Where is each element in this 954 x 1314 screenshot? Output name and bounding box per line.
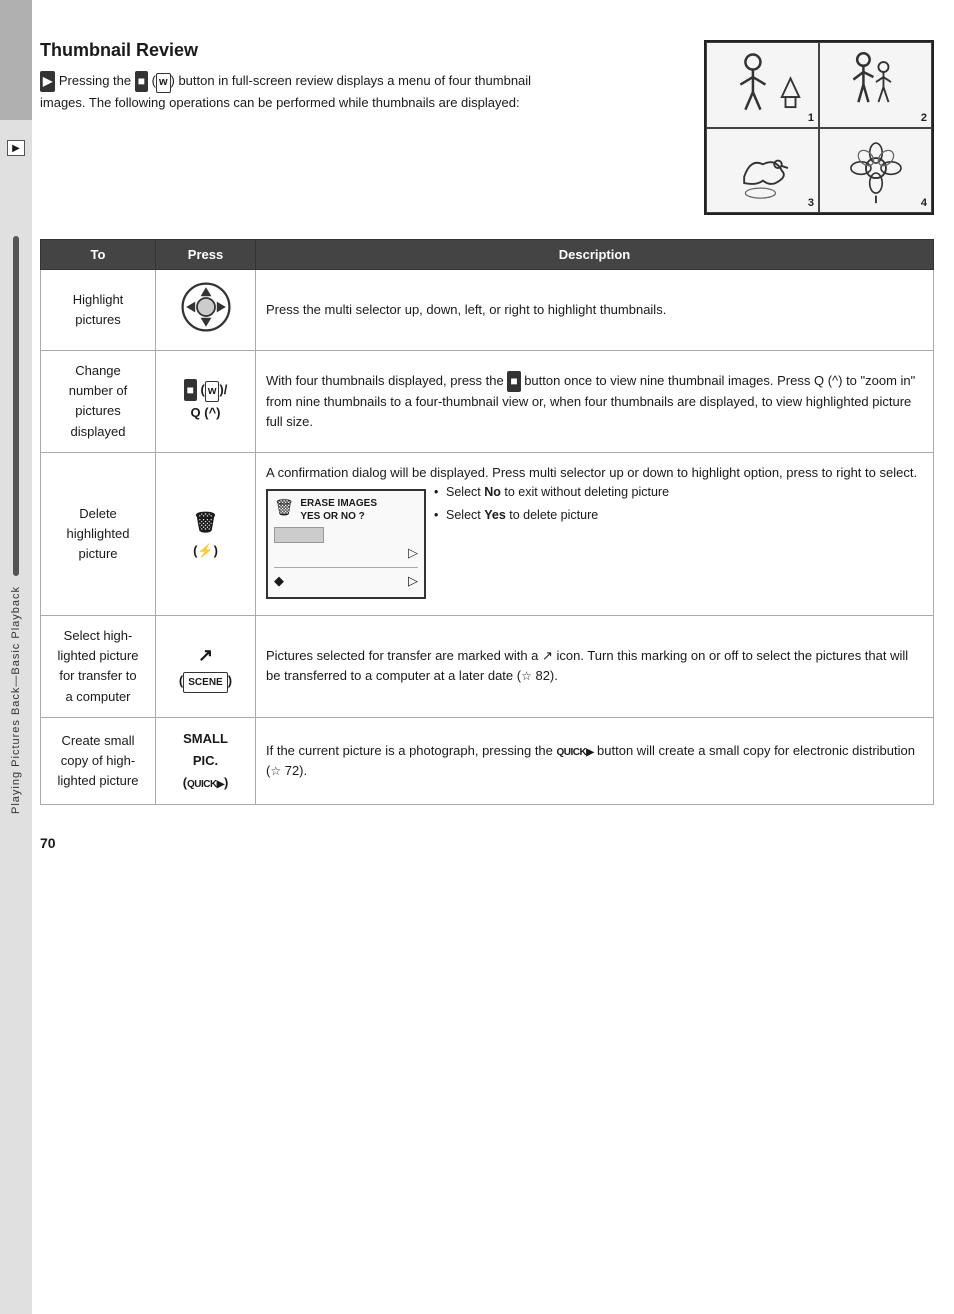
col-header-desc: Description [256, 240, 934, 270]
small-pic-label: SMALLPIC. [166, 728, 245, 772]
multi-selector-icon [179, 280, 233, 334]
scene-icon: (SCENE) [166, 670, 245, 693]
play-back-icon: ▶ [40, 73, 59, 88]
row4-press: ↗ (SCENE) [156, 616, 256, 718]
row1-desc: Press the multi selector up, down, left,… [256, 270, 934, 351]
thumb-num-1: 1 [808, 112, 814, 124]
thumb-num-3: 3 [808, 197, 814, 209]
dialog-selector-box [274, 527, 324, 543]
thumbnail-grid: 1 [704, 40, 934, 215]
row3-top-text: A confirmation dialog will be displayed.… [266, 463, 923, 483]
sq-icon: ■ [507, 371, 520, 392]
lightning-icon: (⚡) [166, 540, 245, 562]
play-icon: ▶ [40, 71, 55, 92]
sidebar-book-icon: ▶ [7, 140, 25, 156]
dialog-right-arrow: ▷ [274, 543, 418, 563]
trash-icon: 🗑 [166, 506, 245, 540]
header-text: Thumbnail Review ▶ Pressing the ■ (w) bu… [40, 40, 560, 113]
sidebar: ▶ Playing Pictures Back—Basic Playback [0, 0, 32, 1314]
row4-desc: Pictures selected for transfer are marke… [256, 616, 934, 718]
row5-press: SMALLPIC. (QUICK▶) [156, 717, 256, 804]
row1-press [156, 270, 256, 351]
delete-options: Select No to exit without deleting pictu… [434, 483, 923, 529]
table-row: Deletehighlightedpicture 🗑 (⚡) A confirm… [41, 452, 934, 615]
row3-press-icons: 🗑 (⚡) [166, 506, 245, 562]
transfer-arrow-icon: ↗ [166, 640, 245, 671]
dialog-nav-right: ▷ [408, 571, 418, 591]
table-row: Create smallcopy of high-lighted picture… [41, 717, 934, 804]
row4-to: Select high-lighted picturefor transfer … [41, 616, 156, 718]
erase-dialog: 🗑 ERASE IMAGESYES OR NO ? ▷ ◆ ▷ [266, 489, 426, 599]
w-icon2: w [205, 381, 220, 402]
thumb-cell-1: 1 [706, 42, 819, 128]
dialog-trash-icon: 🗑 [274, 497, 294, 522]
row2-press-icons: ■ (w)/ Q (^) [166, 379, 245, 424]
row3-to: Deletehighlightedpicture [41, 452, 156, 615]
menu-icon: ■ [135, 71, 148, 92]
table-row: Select high-lighted picturefor transfer … [41, 616, 934, 718]
col-header-press: Press [156, 240, 256, 270]
row2-press: ■ (w)/ Q (^) [156, 351, 256, 453]
operations-table: To Press Description Highlight pictures [40, 239, 934, 805]
row3-press: 🗑 (⚡) [156, 452, 256, 615]
option-no: Select No to exit without deleting pictu… [434, 483, 923, 502]
row2-to: Changenumber ofpicturesdisplayed [41, 351, 156, 453]
thumb-cell-2: 2 [819, 42, 932, 128]
row2-icon2: Q (^) [166, 402, 245, 424]
ref-icon-82: ☆ [521, 669, 532, 683]
table-row: Changenumber ofpicturesdisplayed ■ (w)/ … [41, 351, 934, 453]
sidebar-accent [13, 236, 19, 576]
row5-press-icons: SMALLPIC. (QUICK▶) [166, 728, 245, 794]
thumb-cell-3: 3 [706, 128, 819, 214]
table-row: Highlight pictures Press the multi selec… [41, 270, 934, 351]
row4-press-icons: ↗ (SCENE) [166, 640, 245, 694]
w-icon: w [156, 73, 171, 93]
header-section: Thumbnail Review ▶ Pressing the ■ (w) bu… [40, 40, 934, 215]
thumb-num-4: 4 [921, 197, 927, 209]
square-icon: ■ [184, 379, 197, 401]
row1-to: Highlight pictures [41, 270, 156, 351]
erase-label: ERASE IMAGESYES OR NO ? [300, 497, 377, 523]
row3-desc: A confirmation dialog will be displayed.… [256, 452, 934, 615]
dialog-bottom-bar: ◆ ▷ [274, 567, 418, 591]
row3-detail: 🗑 ERASE IMAGESYES OR NO ? ▷ ◆ ▷ [266, 483, 923, 605]
erase-dialog-header: 🗑 ERASE IMAGESYES OR NO ? [274, 497, 418, 523]
col-header-to: To [41, 240, 156, 270]
dialog-nav-left: ◆ [274, 571, 284, 591]
page-number: 70 [40, 835, 934, 851]
header-description: ▶ Pressing the ■ (w) button in full-scre… [40, 71, 560, 113]
option-yes: Select Yes to delete picture [434, 506, 923, 525]
thumb-num-2: 2 [921, 112, 927, 124]
row2-desc: With four thumbnails displayed, press th… [256, 351, 934, 453]
row2-icon1: ■ (w)/ [166, 379, 245, 402]
dialog-selector-row: ▷ [274, 527, 418, 563]
row5-to: Create smallcopy of high-lighted picture [41, 717, 156, 804]
quick-icon: (QUICK▶) [166, 772, 245, 794]
main-content: Thumbnail Review ▶ Pressing the ■ (w) bu… [40, 0, 934, 891]
quickplay-icon: QUICK▶ [557, 747, 594, 758]
thumb-cell-4: 4 [819, 128, 932, 214]
page-title: Thumbnail Review [40, 40, 560, 61]
sidebar-top-bar [0, 0, 32, 120]
row5-desc: If the current picture is a photograph, … [256, 717, 934, 804]
ref-icon-72: ☆ [270, 764, 281, 778]
sidebar-label: Playing Pictures Back—Basic Playback [10, 586, 22, 814]
